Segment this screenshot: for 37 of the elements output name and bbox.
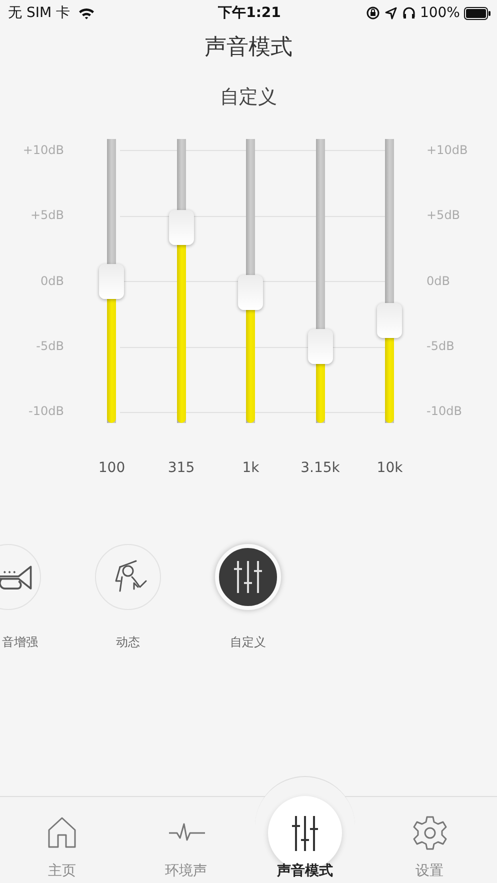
frequency-label: 100 bbox=[97, 459, 126, 477]
frequency-label: 3.15k bbox=[300, 459, 341, 477]
slider-thumb[interactable] bbox=[308, 328, 333, 364]
frequency-label: 10k bbox=[376, 459, 404, 477]
preset-name: 自定义 bbox=[220, 85, 277, 110]
clock-text: 下午1:21 bbox=[218, 4, 281, 22]
scale-label: +5dB bbox=[29, 208, 64, 222]
scale-label: 0dB bbox=[40, 274, 64, 288]
wifi-icon bbox=[78, 6, 95, 20]
scale-label: -5dB bbox=[426, 338, 456, 353]
scale-label: -5dB bbox=[35, 338, 64, 353]
scale-label: +10dB bbox=[22, 143, 64, 157]
mode-label: 音增强 bbox=[2, 634, 38, 650]
scale-label: -10dB bbox=[28, 404, 64, 418]
scale-label: +5dB bbox=[426, 208, 462, 222]
mode-label: 自定义 bbox=[230, 634, 266, 650]
page-title: 声音模式 bbox=[204, 34, 292, 62]
slider-thumb[interactable] bbox=[168, 210, 194, 245]
slider-thumb[interactable] bbox=[99, 264, 124, 298]
tab-button[interactable]: 环境声 bbox=[124, 797, 248, 883]
tab-button[interactable]: 主页 bbox=[0, 797, 124, 883]
carrier-text: 无 SIM 卡 bbox=[8, 4, 70, 22]
slider-thumb[interactable] bbox=[377, 303, 402, 338]
slider-thumb[interactable] bbox=[238, 274, 264, 310]
scale-label: 0dB bbox=[426, 274, 451, 288]
mode-label: 动态 bbox=[116, 634, 140, 650]
location-icon bbox=[384, 6, 398, 20]
battery-icon bbox=[464, 6, 491, 20]
frequency-label: 315 bbox=[166, 459, 196, 477]
frequency-label: 1k bbox=[241, 459, 260, 477]
rotation-lock-icon bbox=[366, 6, 380, 20]
scale-label: -10dB bbox=[426, 404, 463, 418]
tab-button[interactable]: 设置 bbox=[362, 797, 497, 883]
scale-label: +10dB bbox=[426, 143, 469, 157]
battery-text: 100% bbox=[420, 4, 460, 22]
trumpet-icon bbox=[0, 564, 32, 590]
headphones-icon bbox=[402, 6, 416, 20]
